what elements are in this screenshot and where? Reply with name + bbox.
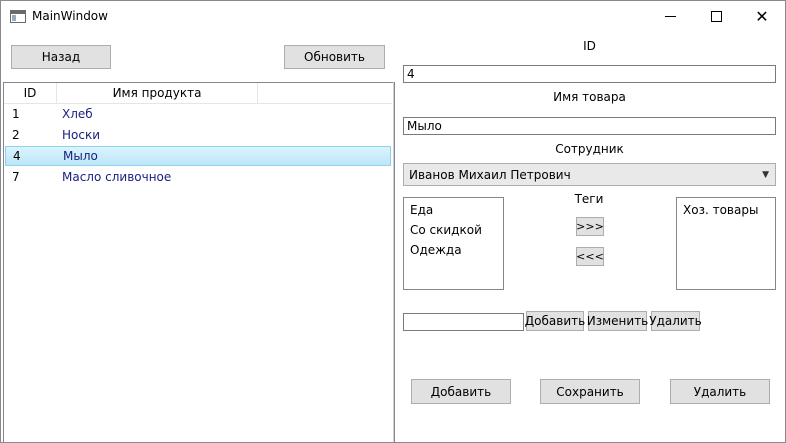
maximize-icon (710, 11, 722, 22)
move-tag-right-button[interactable]: >>> (576, 217, 604, 236)
maximize-button[interactable] (693, 1, 739, 32)
minimize-button[interactable] (647, 1, 693, 32)
minimize-icon (664, 16, 676, 17)
table-row[interactable]: 2 Носки (4, 125, 392, 145)
table-row[interactable]: 7 Масло сливочное (4, 167, 392, 187)
close-icon: ✕ (755, 6, 769, 26)
column-header-id[interactable]: ID (4, 83, 57, 103)
cell-id: 7 (12, 170, 20, 184)
list-item[interactable]: Со скидкой (410, 223, 482, 237)
window-title: MainWindow (32, 9, 108, 23)
refresh-button[interactable]: Обновить (284, 45, 385, 69)
save-product-button[interactable]: Сохранить (540, 379, 640, 404)
delete-tag-button[interactable]: Удалить (649, 311, 702, 331)
product-name-label: Имя товара (553, 90, 626, 104)
cell-product-name: Масло сливочное (62, 170, 172, 184)
cell-id: 4 (13, 149, 21, 163)
employee-combobox[interactable]: Иванов Михаил Петрович ▼ (403, 163, 776, 186)
close-button[interactable]: ✕ (739, 1, 785, 32)
app-window-icon (10, 10, 26, 23)
list-item[interactable]: Хоз. товары (683, 203, 758, 217)
cell-product-name: Хлеб (62, 107, 93, 121)
edit-tag-button[interactable]: Изменить (587, 311, 648, 331)
employee-selected-value: Иванов Михаил Петрович (409, 167, 571, 182)
delete-product-button[interactable]: Удалить (670, 379, 770, 404)
products-table[interactable]: ID Имя продукта 1 Хлеб 2 Носки 4 Мыло 7 Масло с… (3, 82, 395, 442)
cell-id: 1 (12, 107, 20, 121)
add-product-button[interactable]: Добавить (411, 379, 511, 404)
move-tag-left-button[interactable]: <<< (576, 247, 604, 266)
tag-input[interactable] (403, 313, 524, 331)
product-name-field[interactable]: Мыло (403, 117, 776, 135)
id-label: ID (583, 39, 596, 53)
table-row[interactable]: 1 Хлеб (4, 104, 392, 124)
available-tags-list[interactable]: Еда Со скидкой Одежда (403, 197, 504, 290)
table-row[interactable]: 4 Мыло (5, 146, 391, 166)
tags-label: Теги (574, 192, 604, 206)
title-bar[interactable]: MainWindow ✕ (1, 1, 785, 32)
id-field[interactable]: 4 (403, 65, 776, 83)
cell-product-name: Носки (62, 128, 101, 142)
client-area: Назад Обновить ID Имя продукта 1 Хлеб 2 Нос… (1, 32, 785, 442)
back-button[interactable]: Назад (11, 45, 111, 69)
cell-product-name: Мыло (63, 149, 98, 163)
panel-divider (393, 82, 394, 442)
cell-id: 2 (12, 128, 20, 142)
list-item[interactable]: Одежда (410, 243, 462, 257)
table-header: ID Имя продукта (4, 83, 392, 104)
add-tag-button[interactable]: Добавить (525, 311, 585, 331)
chevron-down-icon[interactable]: ▼ (762, 170, 769, 180)
employee-label: Сотрудник (555, 142, 624, 156)
main-window: MainWindow ✕ Назад Обновить ID Имя проду… (0, 0, 786, 443)
column-header-name[interactable]: Имя продукта (57, 83, 258, 103)
selected-tags-list[interactable]: Хоз. товары (676, 197, 776, 290)
list-item[interactable]: Еда (410, 203, 433, 217)
